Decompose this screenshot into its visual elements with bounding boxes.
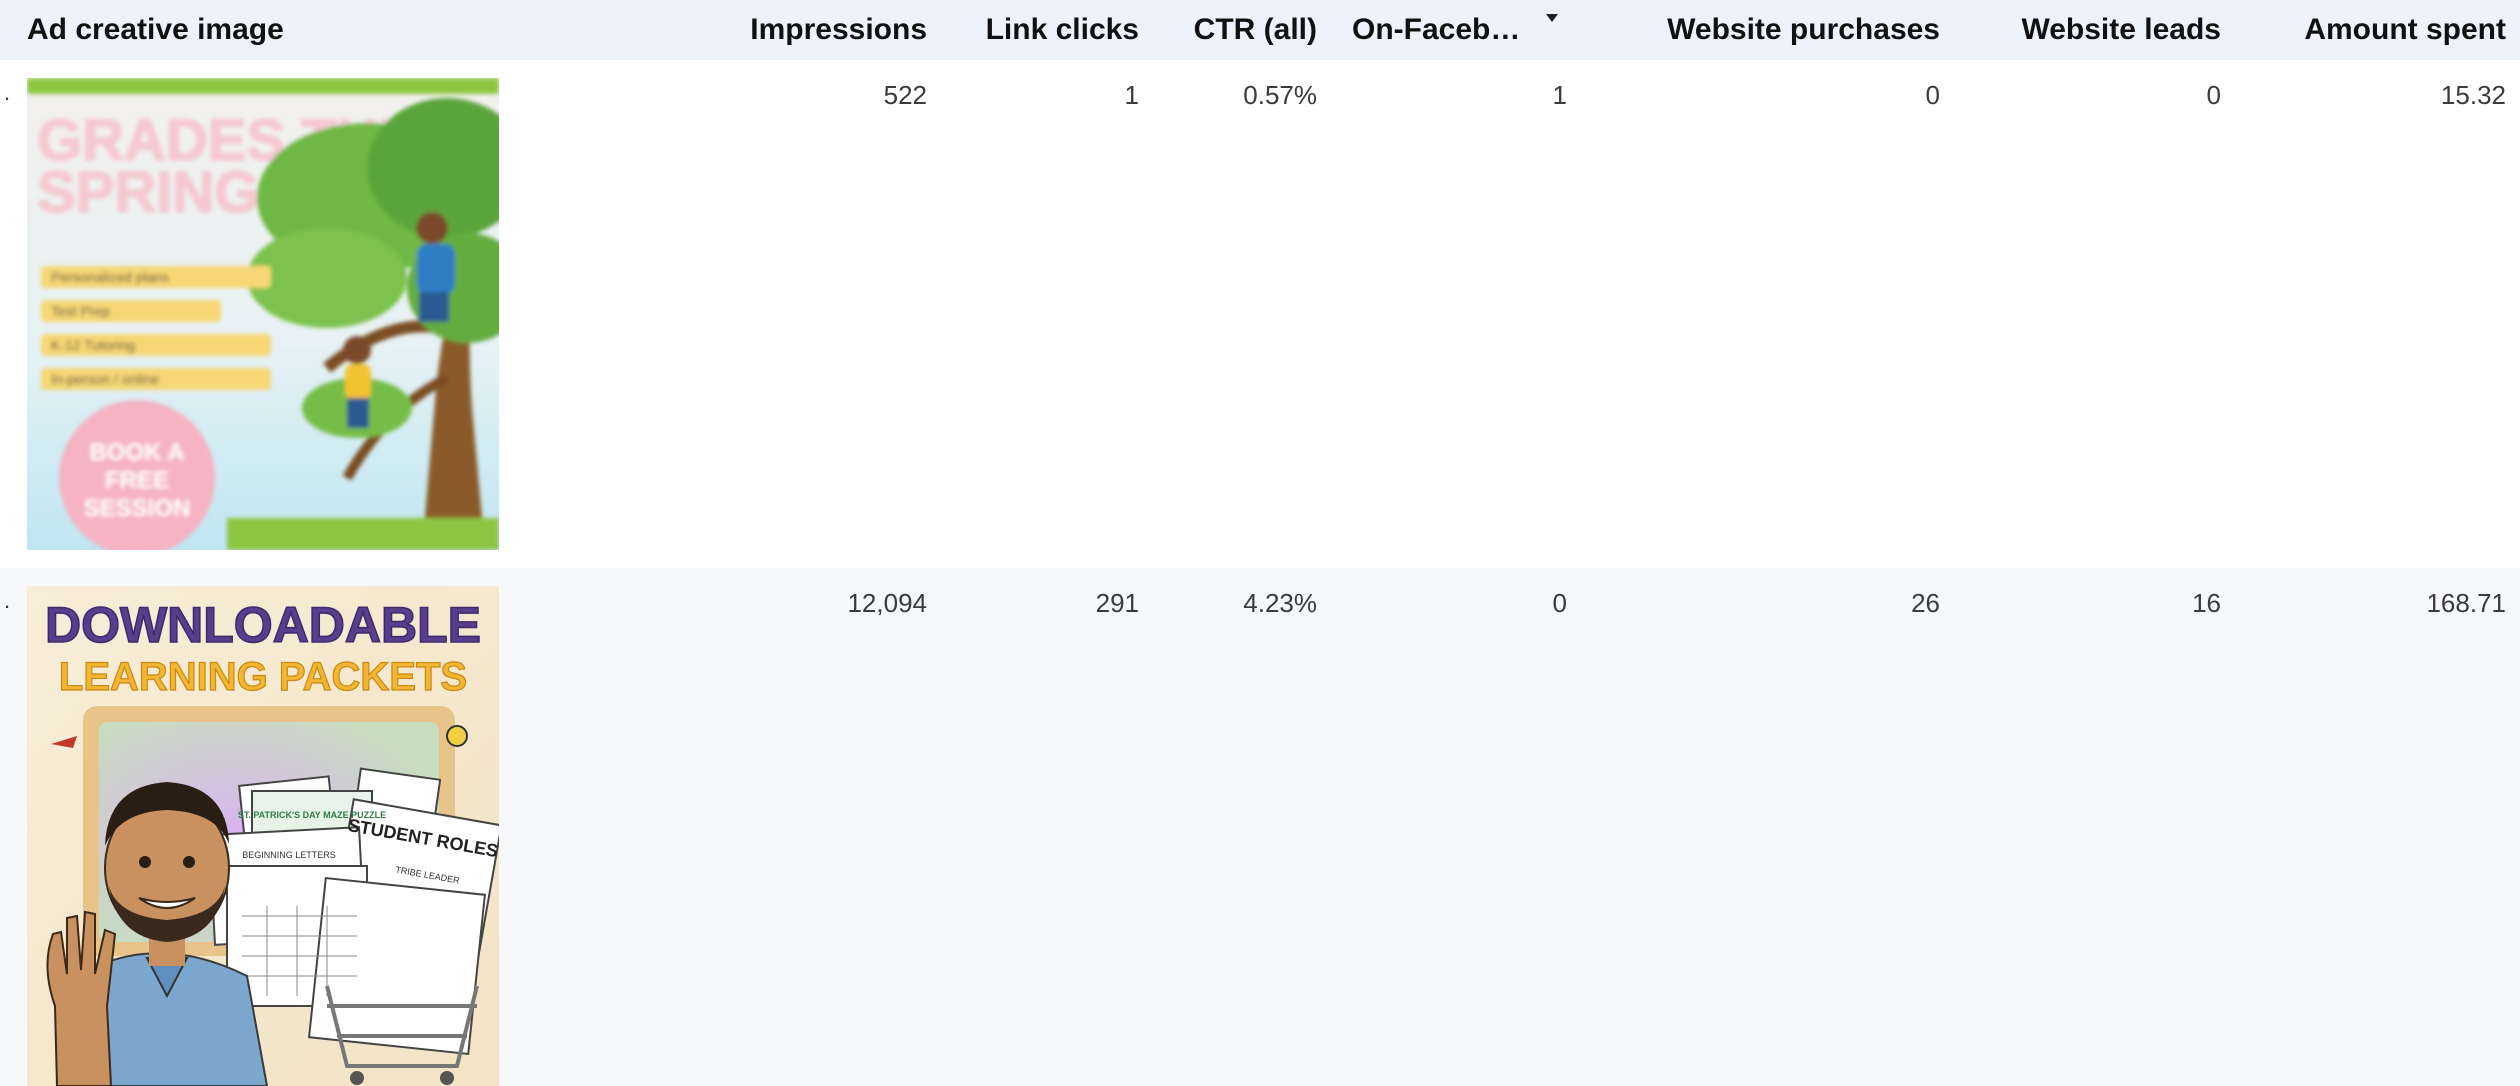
creative-bullet: K-12 Tutoring: [51, 337, 135, 353]
cell-website-leads: 16: [2192, 588, 2221, 618]
cell-ctr: 0.57%: [1243, 80, 1317, 110]
cell-amount-spent: 168.71: [2426, 588, 2506, 618]
ad-creative-thumbnail[interactable]: GRADES THIS SPRING Personalized plans Te…: [27, 78, 499, 550]
learning-packets-ad-image: DOWNLOADABLE LEARNING PACKETS ST. PATRIC…: [27, 586, 499, 1086]
cell-ctr: 4.23%: [1243, 588, 1317, 618]
creative-cta-line: SESSION: [84, 495, 191, 522]
creative-headline-bottom: SPRING: [37, 160, 259, 225]
table-row[interactable]: . DOWNLOADABLE LEARNING PACKETS ST. PATR…: [0, 568, 2520, 1086]
creative-cta-line: FREE: [105, 467, 169, 494]
column-header-website-purchases[interactable]: Website purchases: [1667, 12, 1940, 48]
table-header: Ad creative image Impressions Link click…: [0, 0, 2520, 60]
column-header-impressions[interactable]: Impressions: [750, 12, 927, 48]
column-header-ad-creative-image[interactable]: Ad creative image: [27, 12, 284, 48]
column-header-amount-spent[interactable]: Amount spent: [2304, 12, 2506, 48]
cell-impressions: 12,094: [847, 588, 927, 618]
cell-impressions: 522: [883, 80, 927, 110]
cell-amount-spent: 15.32: [2440, 80, 2506, 110]
creative-cta-line: BOOK A: [89, 439, 184, 466]
column-header-on-facebook[interactable]: On-Faceb…: [1352, 12, 1520, 48]
row-marker: .: [4, 588, 11, 613]
cell-link-clicks: 1: [1124, 80, 1139, 110]
creative-title-line1: DOWNLOADABLE: [45, 597, 481, 653]
sort-dropdown-icon[interactable]: [1546, 14, 1558, 22]
ad-creative-thumbnail[interactable]: DOWNLOADABLE LEARNING PACKETS ST. PATRIC…: [27, 586, 499, 1086]
creative-title-line2: LEARNING PACKETS: [59, 655, 467, 699]
creative-bullet: Personalized plans: [51, 269, 169, 285]
column-header-website-leads[interactable]: Website leads: [2021, 12, 2221, 48]
ads-report-table: Ad creative image Impressions Link click…: [0, 0, 2520, 1086]
cell-website-purchases: 0: [1925, 80, 1940, 110]
worksheet-label: BEGINNING LETTERS: [242, 850, 336, 860]
cell-website-leads: 0: [2206, 80, 2221, 110]
table-row[interactable]: . GRADES THIS SPRING Personalized plans …: [0, 60, 2520, 568]
column-header-link-clicks[interactable]: Link clicks: [986, 12, 1139, 48]
creative-bullet: In-person / online: [51, 371, 159, 387]
column-header-ctr[interactable]: CTR (all): [1194, 12, 1317, 48]
cell-on-facebook: 1: [1552, 80, 1567, 110]
row-marker: .: [4, 80, 11, 105]
cell-website-purchases: 26: [1911, 588, 1940, 618]
cell-on-facebook: 0: [1552, 588, 1567, 618]
tutoring-ad-image: GRADES THIS SPRING Personalized plans Te…: [27, 78, 499, 550]
creative-bullet: Test Prep: [51, 303, 110, 319]
cell-link-clicks: 291: [1095, 588, 1139, 618]
